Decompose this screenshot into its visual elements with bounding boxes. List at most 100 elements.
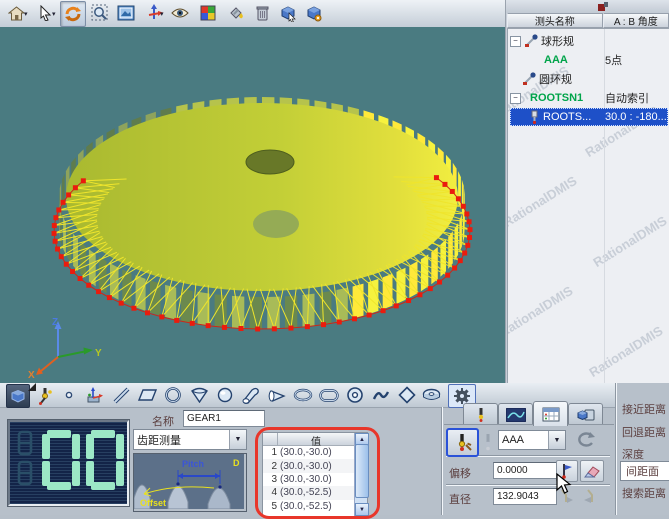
probe-small-icon[interactable]: [481, 433, 496, 451]
dropdown-arrow-icon[interactable]: ▼: [548, 431, 565, 449]
probe-select[interactable]: AAA ▼: [498, 430, 566, 450]
tree-row-sphere-gauge[interactable]: − 球形规: [508, 32, 669, 50]
feature-cone-button[interactable]: [266, 384, 288, 406]
feature-point-button[interactable]: [58, 384, 80, 406]
probe-position-button[interactable]: [34, 384, 56, 406]
tab-solid-view[interactable]: [568, 403, 603, 425]
diameter-label: 直径: [449, 491, 471, 507]
feature-coordsys-button[interactable]: [84, 384, 106, 406]
value-row[interactable]: 1(30.0,-30.0): [263, 446, 367, 459]
direction-a-icon[interactable]: [557, 488, 575, 505]
dropdown-arrow-icon[interactable]: ▼: [229, 430, 246, 449]
feature-slot-button[interactable]: [318, 384, 340, 406]
scroll-down-icon[interactable]: ▼: [355, 503, 369, 516]
pitch-diagram-image: Pitch D Offset: [134, 454, 244, 509]
feature-square-button[interactable]: [396, 384, 418, 406]
panel-corner-icon: [596, 0, 610, 12]
scrollbar-thumb[interactable]: [355, 444, 369, 498]
feature-circle-button[interactable]: [162, 384, 184, 406]
feature-cone-fan-button[interactable]: [188, 384, 210, 406]
render-settings-button[interactable]: [224, 1, 248, 25]
color-settings-button[interactable]: [196, 1, 220, 25]
value-row[interactable]: 3(30.0,-30.0): [263, 473, 367, 486]
pick-solid-button[interactable]: [276, 1, 300, 25]
tree-row-aaa[interactable]: AAA 5点: [508, 51, 669, 69]
feature-plane-button[interactable]: [136, 384, 158, 406]
value-list-scrollbar[interactable]: ▲ ▼: [354, 433, 367, 516]
tree-row-roots-selected[interactable]: ROOTS... 30.0 : -180...: [510, 108, 668, 126]
watermark: RationalDMIS: [507, 173, 579, 230]
fit-view-button[interactable]: [114, 1, 138, 25]
d-label: D: [233, 458, 240, 468]
probe-toggle-button[interactable]: [446, 428, 479, 457]
y-axis-label: Y: [95, 348, 102, 359]
search-distance-label: 搜索距离: [622, 485, 666, 501]
probe-icon: [528, 110, 541, 124]
apply-offset-button[interactable]: [556, 460, 578, 482]
plane-icon: [138, 388, 157, 402]
viewport-3d[interactable]: Z Y X: [0, 27, 505, 383]
trash-icon: [256, 5, 269, 21]
tab-scan[interactable]: [498, 403, 533, 425]
palette-icon: [200, 5, 216, 21]
delete-button[interactable]: [250, 1, 274, 25]
probe-icon: [524, 34, 539, 48]
clear-button[interactable]: [580, 460, 604, 482]
solid-settings-button[interactable]: [302, 1, 326, 25]
watermark: RationalDMIS: [507, 283, 575, 340]
home-caret-icon[interactable]: ▾: [24, 10, 28, 18]
divider: [446, 484, 610, 486]
column-header-probe-name[interactable]: 测头名称: [507, 13, 603, 28]
row-number-header[interactable]: [263, 433, 278, 446]
lcd-digits: [38, 428, 124, 494]
value-row[interactable]: 4(30.0,-52.5): [263, 486, 367, 499]
axes-caret-icon[interactable]: ▾: [160, 10, 164, 18]
feature-sphere-button[interactable]: [214, 384, 236, 406]
value-column-header[interactable]: 值: [278, 433, 355, 446]
collapse-icon[interactable]: −: [510, 93, 521, 104]
feature-ellipse-button[interactable]: [292, 384, 314, 406]
feature-torus-button[interactable]: [344, 384, 366, 406]
value-row[interactable]: 2(30.0,-30.0): [263, 459, 367, 472]
view-mode-button[interactable]: [6, 384, 30, 408]
spacing-face-box[interactable]: 间距面: [620, 461, 669, 481]
torus-icon: [346, 386, 364, 404]
select-caret-icon[interactable]: ▾: [52, 10, 56, 18]
rotate-icon: [64, 5, 82, 23]
zoom-region-button[interactable]: [88, 1, 112, 25]
approach-distance-label: 接近距离: [622, 401, 666, 417]
disc-icon: [422, 388, 441, 402]
probe-panel: 测头名称 A : B 角度 RationalDMIS RationalDMIS …: [505, 0, 669, 383]
tab-measure-table[interactable]: [533, 401, 568, 426]
diameter-input[interactable]: [493, 488, 557, 505]
feature-name-input[interactable]: [183, 410, 265, 427]
home-icon: [8, 6, 25, 21]
eraser-icon: [584, 465, 600, 478]
measure-mode-select[interactable]: 齿距测量 ▼: [133, 429, 247, 450]
point-counter-display: [8, 420, 129, 506]
probe-icon: [522, 72, 537, 86]
rotate-view-button[interactable]: [60, 1, 86, 27]
feature-line-button[interactable]: [110, 384, 132, 406]
probe-panel-top-strip: [506, 0, 669, 13]
visibility-button[interactable]: [168, 1, 192, 25]
feature-disc-button[interactable]: [420, 384, 442, 406]
eye-icon: [171, 7, 189, 19]
feature-cylinder-button[interactable]: [240, 384, 262, 406]
tab-probe[interactable]: [463, 403, 498, 425]
tree-row-rootsn1[interactable]: − ROOTSN1 自动索引: [508, 89, 669, 107]
value-list[interactable]: 值 1(30.0,-30.0) 2(30.0,-30.0) 3(30.0,-30…: [262, 432, 368, 517]
reset-probe-icon[interactable]: [576, 430, 598, 449]
collapse-icon[interactable]: −: [510, 36, 521, 47]
pitch-label: Pitch: [182, 459, 204, 469]
solid-cube-icon: [10, 389, 26, 404]
direction-b-icon[interactable]: [581, 488, 599, 505]
column-header-ab-angle[interactable]: A : B 角度: [603, 13, 669, 28]
circle-icon: [164, 386, 182, 404]
value-row[interactable]: 5(30.0,-52.5): [263, 500, 367, 513]
feature-curve-button[interactable]: [370, 384, 392, 406]
lcd-ghost-digits: [16, 430, 36, 490]
offset-input[interactable]: [493, 462, 557, 479]
tree-row-ring-gauge[interactable]: 圆环规: [508, 70, 669, 88]
offset-label: Offset: [140, 498, 166, 508]
